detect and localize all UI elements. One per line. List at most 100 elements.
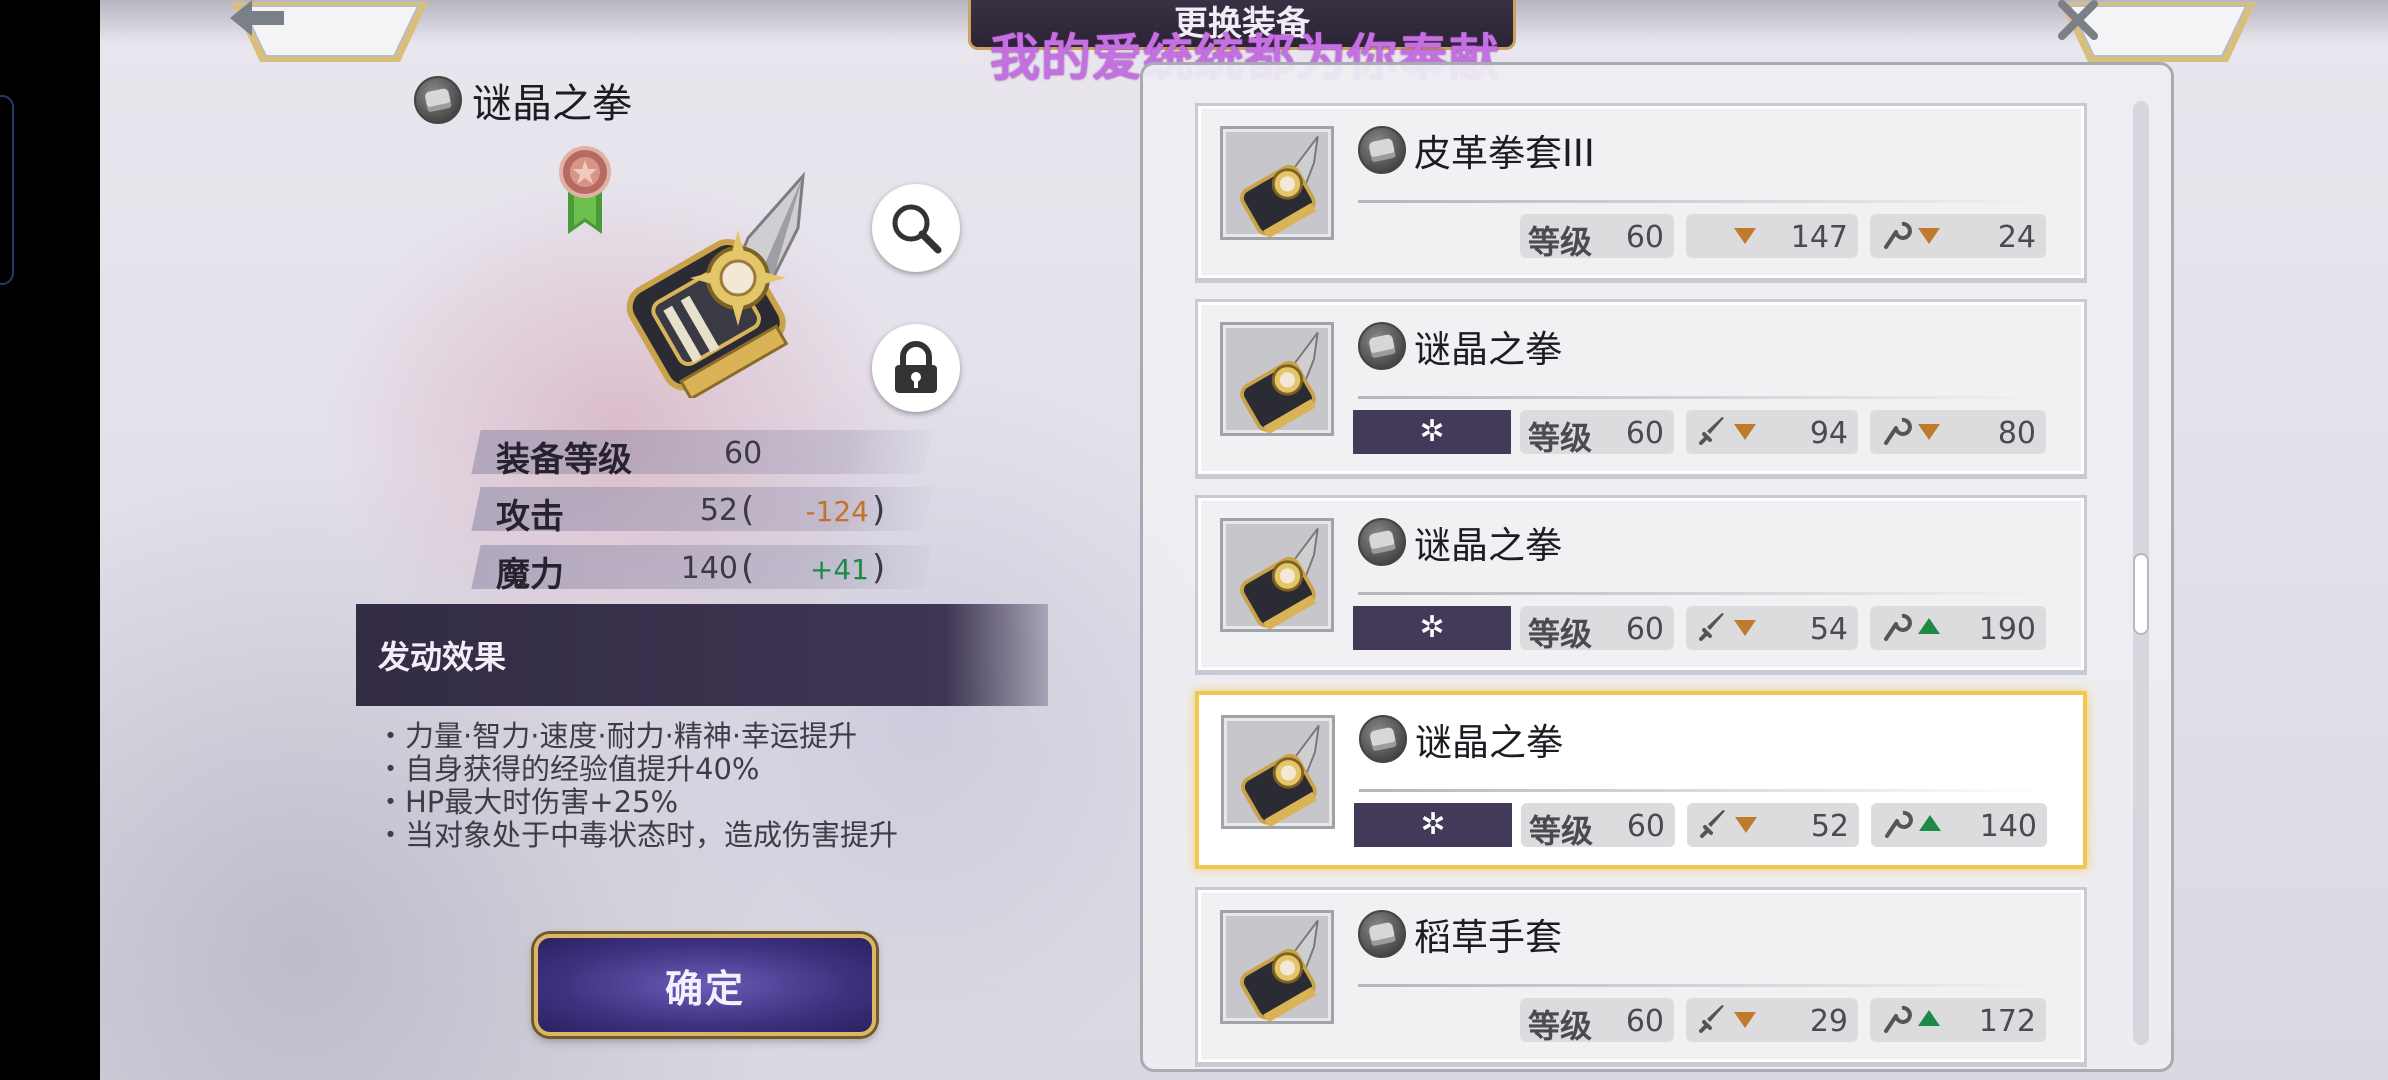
level-label: 等级	[1528, 1007, 1593, 1045]
game-screen: 更换装备 我的爱统统都为你奉献 谜晶之拳 装备等级 60 攻击 52 (-12…	[0, 0, 2388, 1080]
equipment-thumbnail	[1220, 126, 1334, 240]
attack-stat-pill: 147	[1686, 214, 1858, 258]
stat-value: 52	[699, 493, 738, 528]
equipment-thumbnail	[1220, 518, 1334, 632]
effect-title: 发动效果	[378, 638, 507, 676]
zoom-button[interactable]	[872, 184, 960, 272]
stat-row-attack: 攻击 52 ( -124 )	[471, 487, 933, 537]
back-button[interactable]	[230, 0, 430, 66]
stat-label: 魔力	[496, 555, 564, 595]
level-pill: 等级 60	[1520, 410, 1674, 457]
staff-icon	[1882, 416, 1912, 446]
card-divider	[1358, 984, 2048, 987]
attack-value: 94	[1809, 416, 1848, 451]
edge-indicator	[0, 95, 14, 285]
trend-down-icon	[1734, 620, 1756, 636]
left-arrow-icon	[230, 0, 430, 56]
level-value: 60	[1626, 809, 1665, 844]
equipment-thumbnail	[1220, 910, 1334, 1024]
trend-down-icon	[1735, 817, 1757, 833]
attack-value: 54	[1809, 612, 1848, 647]
staff-icon	[1882, 1004, 1912, 1034]
confirm-button[interactable]: 确定	[520, 924, 890, 1046]
trend-up-icon	[1919, 815, 1941, 831]
lock-icon	[895, 341, 937, 393]
trend-down-icon	[1918, 424, 1940, 440]
attack-stat-pill: 29	[1686, 998, 1858, 1042]
fist-type-icon	[1358, 126, 1406, 174]
level-label: 等级	[1528, 223, 1593, 261]
level-pill: 等级 60	[1520, 214, 1674, 261]
level-value: 60	[1625, 220, 1664, 255]
card-divider	[1358, 396, 2048, 399]
close-button[interactable]	[2058, 0, 2258, 66]
staff-icon	[1882, 220, 1912, 250]
magnifier-icon	[892, 204, 942, 254]
blank-icon	[1698, 220, 1728, 250]
equipment-card[interactable]: 谜晶之拳 ✲ 等级 60 94 80	[1195, 299, 2087, 477]
equipment-card[interactable]: 皮革拳套III 等级 60 147 24	[1195, 103, 2087, 281]
stat-row-level: 装备等级 60	[471, 430, 933, 480]
equipment-card[interactable]: 稻草手套等级 60 29 172	[1195, 887, 2087, 1065]
equipment-thumbnail	[1220, 322, 1334, 436]
stat-diff: +41	[809, 553, 869, 586]
card-divider	[1358, 592, 2048, 595]
fist-type-icon	[1358, 322, 1406, 370]
mystic-crystal-fist-icon	[626, 171, 805, 398]
scrollbar-thumb[interactable]	[2133, 553, 2149, 635]
trend-up-icon	[1918, 618, 1940, 634]
rune-slot: ✲	[1354, 803, 1512, 847]
effect-header: 发动效果	[356, 604, 1048, 706]
equipment-name: 稻草手套	[1414, 916, 1562, 959]
lock-button[interactable]	[872, 324, 960, 412]
trend-down-icon	[1734, 424, 1756, 440]
effect-item: ・力量·智力·速度·耐力·精神·幸运提升	[376, 719, 858, 753]
magic-value: 190	[1978, 612, 2036, 647]
trend-up-icon	[1918, 1010, 1940, 1026]
level-pill: 等级 60	[1520, 998, 1674, 1045]
stat-value: 60	[724, 436, 763, 471]
level-label: 等级	[1528, 419, 1593, 457]
fist-type-icon	[1358, 518, 1406, 566]
equipment-name: 谜晶之拳	[1414, 524, 1562, 567]
level-value: 60	[1625, 416, 1664, 451]
equipment-name-row: 谜晶之拳	[1359, 713, 1563, 765]
stat-diff: -124	[805, 495, 869, 528]
attack-stat-pill: 94	[1686, 410, 1858, 454]
fist-type-icon	[1359, 715, 1407, 763]
rune-slot: ✲	[1353, 606, 1511, 650]
equipment-name: 谜晶之拳	[1415, 721, 1563, 764]
magic-stat-pill: 140	[1871, 803, 2047, 847]
attack-value: 52	[1810, 809, 1849, 844]
attack-value: 147	[1790, 220, 1848, 255]
stat-value: 140	[680, 551, 738, 586]
equipment-name-row: 谜晶之拳	[1358, 516, 1562, 568]
equipment-name: 皮革拳套III	[1414, 132, 1595, 175]
magic-stat-pill: 24	[1870, 214, 2046, 258]
equipment-card[interactable]: 谜晶之拳 ✲ 等级 60 54 190	[1195, 495, 2087, 673]
trend-down-icon	[1734, 1012, 1756, 1028]
equipment-thumbnail	[1221, 715, 1335, 829]
attack-stat-pill: 54	[1686, 606, 1858, 650]
effect-item: ・当对象处于中毒状态时，造成伤害提升	[376, 818, 899, 852]
level-pill: 等级 60	[1520, 606, 1674, 653]
magic-value: 80	[1997, 416, 2036, 451]
effect-item: ・HP最大时伤害+25%	[376, 785, 679, 819]
trend-down-icon	[1918, 228, 1940, 244]
card-divider	[1358, 200, 2048, 203]
sword-icon	[1698, 612, 1728, 642]
fist-type-icon	[1358, 910, 1406, 958]
sword-icon	[1699, 809, 1729, 839]
confirm-label: 确定	[664, 967, 745, 1011]
effect-item: ・自身获得的经验值提升40%	[376, 752, 760, 786]
stat-label: 装备等级	[496, 440, 632, 480]
stat-row-magic: 魔力 140 ( +41 )	[471, 545, 933, 595]
equipment-list[interactable]: 皮革拳套III 等级 60 147 24 谜晶之拳 ✲ 等级 60 94 80 谜晶之拳 ✲ 等级 60 54…	[1143, 65, 2171, 1069]
effect-list: ・力量·智力·速度·耐力·精神·幸运提升 ・自身获得的经验值提升40% ・HP最…	[376, 720, 1016, 852]
magic-stat-pill: 172	[1870, 998, 2046, 1042]
selected-item-name: 谜晶之拳	[472, 81, 632, 127]
equipment-name-row: 谜晶之拳	[1358, 320, 1562, 372]
equipment-list-panel[interactable]: 皮革拳套III 等级 60 147 24 谜晶之拳 ✲ 等级 60 94 80 谜晶之拳 ✲ 等级 60 54…	[1140, 62, 2174, 1072]
equipment-card[interactable]: 谜晶之拳 ✲ 等级 60 52 140	[1195, 691, 2087, 869]
sword-icon	[1698, 1004, 1728, 1034]
